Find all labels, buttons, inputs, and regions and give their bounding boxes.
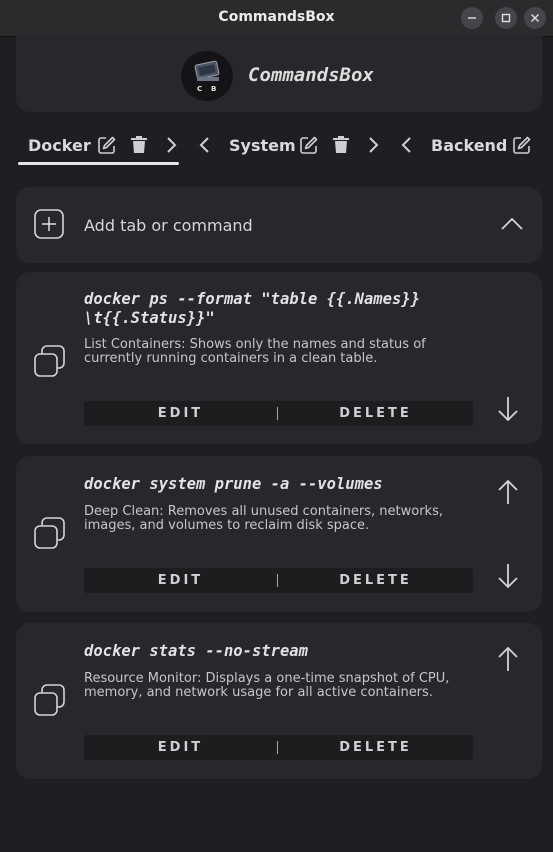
maximize-button[interactable] <box>495 7 517 29</box>
delete-tab-system-icon[interactable] <box>330 134 352 156</box>
move-tab-right-icon[interactable] <box>362 134 384 156</box>
edit-button[interactable]: EDIT <box>84 568 277 593</box>
edit-tab-backend-icon[interactable] <box>511 134 533 156</box>
copy-icon[interactable] <box>32 344 68 380</box>
command-actions: EDIT DELETE <box>84 401 473 426</box>
copy-icon[interactable] <box>32 516 68 552</box>
move-up-arrow-icon[interactable] <box>498 645 518 673</box>
edit-button[interactable]: EDIT <box>84 735 277 760</box>
tab-backend[interactable]: Backend <box>431 136 507 155</box>
active-tab-indicator <box>18 162 179 165</box>
command-card: docker stats --no-stream Resource Monito… <box>16 623 542 779</box>
minimize-button[interactable] <box>461 7 483 29</box>
tab-bar: Docker System Backend <box>0 126 553 166</box>
app-logo: C B <box>181 51 233 101</box>
delete-button[interactable]: DELETE <box>278 735 473 760</box>
command-text: docker ps --format "table {{.Names}} \t{… <box>84 290 420 327</box>
edit-button[interactable]: EDIT <box>84 401 277 426</box>
edit-tab-docker-icon[interactable] <box>96 134 118 156</box>
add-icon <box>34 209 64 239</box>
chevron-up-icon[interactable] <box>500 214 524 234</box>
command-actions: EDIT DELETE <box>84 735 473 760</box>
delete-button[interactable]: DELETE <box>278 401 473 426</box>
title-bar: CommandsBox <box>0 0 553 37</box>
command-text: docker system prune -a --volumes <box>84 475 383 493</box>
tab-system[interactable]: System <box>229 136 296 155</box>
tab-docker[interactable]: Docker <box>28 136 91 155</box>
move-tab-right-icon[interactable] <box>160 134 182 156</box>
command-description: Deep Clean: Removes all unused container… <box>84 504 443 533</box>
delete-tab-docker-icon[interactable] <box>128 134 150 156</box>
app-name: CommandsBox <box>248 64 374 86</box>
move-tab-left-icon[interactable] <box>194 134 216 156</box>
add-tab-or-command-card[interactable]: Add tab or command <box>16 187 542 263</box>
svg-text:B: B <box>211 85 216 93</box>
command-description: List Containers: Shows only the names an… <box>84 337 426 366</box>
move-down-arrow-icon[interactable] <box>498 562 518 590</box>
edit-tab-system-icon[interactable] <box>298 134 320 156</box>
move-down-arrow-icon[interactable] <box>498 395 518 423</box>
command-card: docker system prune -a --volumes Deep Cl… <box>16 456 542 612</box>
move-up-arrow-icon[interactable] <box>498 478 518 506</box>
command-description: Resource Monitor: Displays a one-time sn… <box>84 671 450 700</box>
minimize-icon <box>468 17 476 19</box>
add-tab-or-command-label: Add tab or command <box>84 216 253 235</box>
command-actions: EDIT DELETE <box>84 568 473 593</box>
close-icon <box>531 14 539 22</box>
command-text: docker stats --no-stream <box>84 642 308 660</box>
move-tab-left-icon[interactable] <box>396 134 418 156</box>
svg-text:C: C <box>197 85 202 93</box>
copy-icon[interactable] <box>32 683 68 719</box>
delete-button[interactable]: DELETE <box>278 568 473 593</box>
maximize-icon <box>501 13 511 23</box>
close-button[interactable] <box>524 7 546 29</box>
command-card: docker ps --format "table {{.Names}} \t{… <box>16 272 542 444</box>
